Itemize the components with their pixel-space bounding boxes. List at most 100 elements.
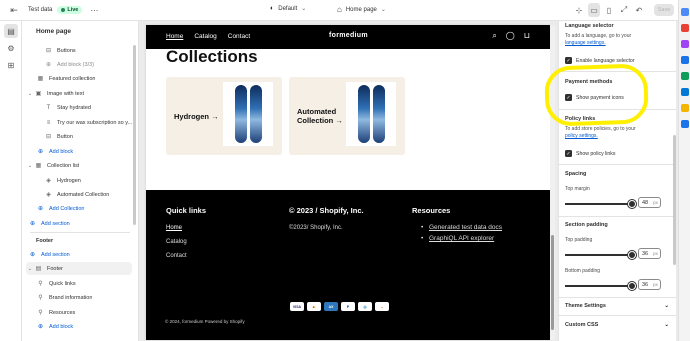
collection-card-automated[interactable]: Automated Collection → — [289, 77, 405, 155]
extension-icon[interactable] — [681, 120, 689, 128]
theme-settings-icon[interactable]: ⚙ — [4, 41, 18, 55]
sidebar-item-resources[interactable]: ⚲ Resources — [22, 306, 134, 319]
add-block-button[interactable]: ⊕ Add block — [22, 320, 134, 333]
sidebar-item-hydrogen[interactable]: ◈ Hydrogen — [22, 174, 134, 187]
nav-contact[interactable]: Contact — [228, 33, 250, 40]
extension-icon[interactable] — [681, 8, 689, 16]
sidebar-item-featured-collection[interactable]: ▦ Featured collection — [22, 72, 134, 85]
extension-icon[interactable] — [681, 40, 689, 48]
chevron-down-icon[interactable]: ⌄ — [26, 163, 34, 169]
policy-settings-link[interactable]: policy settings. — [565, 133, 598, 139]
language-settings-link[interactable]: language settings. — [565, 40, 606, 46]
chevron-down-icon[interactable]: ⌄ — [26, 266, 34, 272]
extension-icon[interactable] — [681, 104, 689, 112]
plus-circle-icon: ⊕ — [37, 149, 44, 155]
extension-icon[interactable] — [681, 88, 689, 96]
footer-link-home[interactable]: Home — [166, 225, 182, 231]
collections-heading: Collections — [166, 47, 258, 66]
resources-heading: Resources — [412, 206, 451, 215]
header-icons: ⌕ ◯ ⊔ — [492, 31, 530, 41]
apps-icon[interactable]: ⊞ — [4, 58, 18, 72]
nav-catalog[interactable]: Catalog — [194, 33, 216, 40]
add-block-button[interactable]: ⊕ Add block — [22, 145, 134, 158]
fullscreen-icon[interactable]: ⤢ — [618, 3, 630, 17]
plus-circle-icon: ⊕ — [37, 206, 44, 212]
extension-icon[interactable] — [681, 72, 689, 80]
resource-link-docs[interactable]: Generated test data docs — [421, 224, 502, 231]
language-selector-heading: Language selector — [565, 23, 614, 29]
footer-link-contact[interactable]: Contact — [166, 253, 187, 259]
add-section-button[interactable]: ⊕ Add section — [22, 248, 134, 261]
bottom-padding-slider[interactable] — [565, 282, 636, 290]
bottom-padding-label: Bottom padding — [565, 268, 601, 274]
show-policy-links-checkbox[interactable]: ✓ Show policy links — [565, 150, 616, 157]
chevron-down-icon[interactable]: ⌄ — [26, 91, 34, 97]
plus-circle-icon: ⊕ — [29, 221, 36, 227]
sidebar-item-buttons[interactable]: ⊟ Buttons — [22, 44, 134, 57]
sidebar-item-collection-list[interactable]: ⌄ ▦ Collection list — [22, 159, 134, 172]
divider — [559, 216, 676, 217]
save-button[interactable]: Save — [654, 4, 674, 16]
bottom-padding-input[interactable]: 36 px — [638, 279, 661, 290]
sidebar-item-try-our-wax[interactable]: ≡ Try our wax subscription so y... — [22, 116, 134, 129]
theme-settings-collapsible[interactable]: Theme Settings ⌄ — [565, 303, 669, 309]
payment-icons: VISA ● ● AX P ◎ ◒ — [290, 302, 389, 311]
slider-handle[interactable] — [628, 282, 636, 290]
sections-sidebar: Home page ⊟ Buttons ⊕ Add block (3/3) ▦ Fea… — [22, 21, 139, 341]
section-icon: ▦ — [37, 76, 44, 82]
sidebar-item-footer[interactable]: ⌄ ▤ Footer — [26, 262, 132, 275]
inspector-icon[interactable]: ⊹ — [573, 3, 585, 17]
sidebar-item-automated-collection[interactable]: ◈ Automated Collection — [22, 188, 134, 201]
top-margin-input[interactable]: 48 px — [638, 197, 661, 208]
sidebar-item-stay-hydrated[interactable]: T Stay hydrated — [22, 101, 134, 114]
sidebar-item-image-with-text[interactable]: ⌄ ▣ Image with text — [22, 87, 134, 100]
sections-icon[interactable]: ▤ — [4, 24, 18, 38]
extension-icon[interactable] — [681, 56, 689, 64]
link-icon: ⚲ — [38, 281, 43, 287]
resource-link-graphiql[interactable]: GraphiQL API explorer — [421, 235, 494, 242]
account-icon[interactable]: ◯ — [506, 31, 515, 41]
checkmark-icon: ✓ — [565, 57, 572, 64]
brand-text: ©2023/ Shopify, Inc. — [289, 225, 343, 231]
sidebar-title: Home page — [36, 27, 72, 35]
sidebar-item-button[interactable]: ⊟ Button — [22, 130, 134, 143]
nav-home[interactable]: Home — [166, 33, 183, 40]
collection-card-title: Hydrogen → — [174, 112, 219, 121]
sidebar-item-brand-information[interactable]: ⚲ Brand information — [22, 291, 134, 304]
custom-css-collapsible[interactable]: Custom CSS ⌄ — [565, 322, 669, 328]
preview-scroll-thumb[interactable] — [551, 235, 554, 330]
spacing-heading: Spacing — [565, 171, 587, 177]
top-padding-input[interactable]: 36 px — [638, 248, 661, 259]
collection-card-title: Automated Collection → — [297, 107, 343, 125]
slider-handle[interactable] — [628, 251, 636, 259]
footer-link-catalog[interactable]: Catalog — [166, 239, 187, 245]
plus-circle-icon: ⊕ — [37, 324, 44, 330]
snowboard-image — [223, 82, 273, 146]
snowboard-graphic — [250, 85, 262, 143]
collection-card-hydrogen[interactable]: Hydrogen → — [166, 77, 282, 155]
more-options-icon[interactable]: ⋯ — [90, 6, 98, 15]
checkmark-icon: ✓ — [565, 150, 572, 157]
top-padding-slider[interactable] — [565, 251, 636, 259]
paragraph-icon: ≡ — [46, 119, 51, 126]
enable-language-selector-checkbox[interactable]: ✓ Enable language selector — [565, 57, 635, 64]
settings-scrollbar[interactable] — [673, 135, 676, 265]
extension-icon[interactable] — [681, 24, 689, 32]
search-icon[interactable]: ⌕ — [492, 31, 496, 41]
cart-icon[interactable]: ⊔ — [524, 31, 530, 41]
top-bar: ⇤ Test data Live ⋯ ◐ Default ⌄ ⌂ Home pa… — [0, 0, 690, 21]
desktop-view-icon[interactable]: ▭ — [588, 3, 600, 17]
add-section-button[interactable]: ⊕ Add section — [22, 217, 134, 230]
page-selector[interactable]: ⌂ Home page ⌄ — [337, 5, 386, 14]
section-padding-heading: Section padding — [565, 222, 608, 228]
top-margin-slider[interactable] — [565, 200, 636, 208]
theme-selector[interactable]: ◐ Default ⌄ — [270, 5, 306, 12]
slider-handle[interactable] — [628, 200, 636, 208]
add-collection-button[interactable]: ⊕ Add Collection — [22, 202, 134, 215]
mobile-view-icon[interactable]: ▯ — [603, 3, 615, 17]
exit-icon[interactable]: ⇤ — [6, 2, 22, 18]
undo-icon[interactable]: ↶ — [633, 3, 645, 17]
live-dot-icon — [61, 8, 66, 12]
store-logo[interactable]: formedium — [329, 32, 368, 39]
sidebar-item-quick-links[interactable]: ⚲ Quick links — [22, 277, 134, 290]
